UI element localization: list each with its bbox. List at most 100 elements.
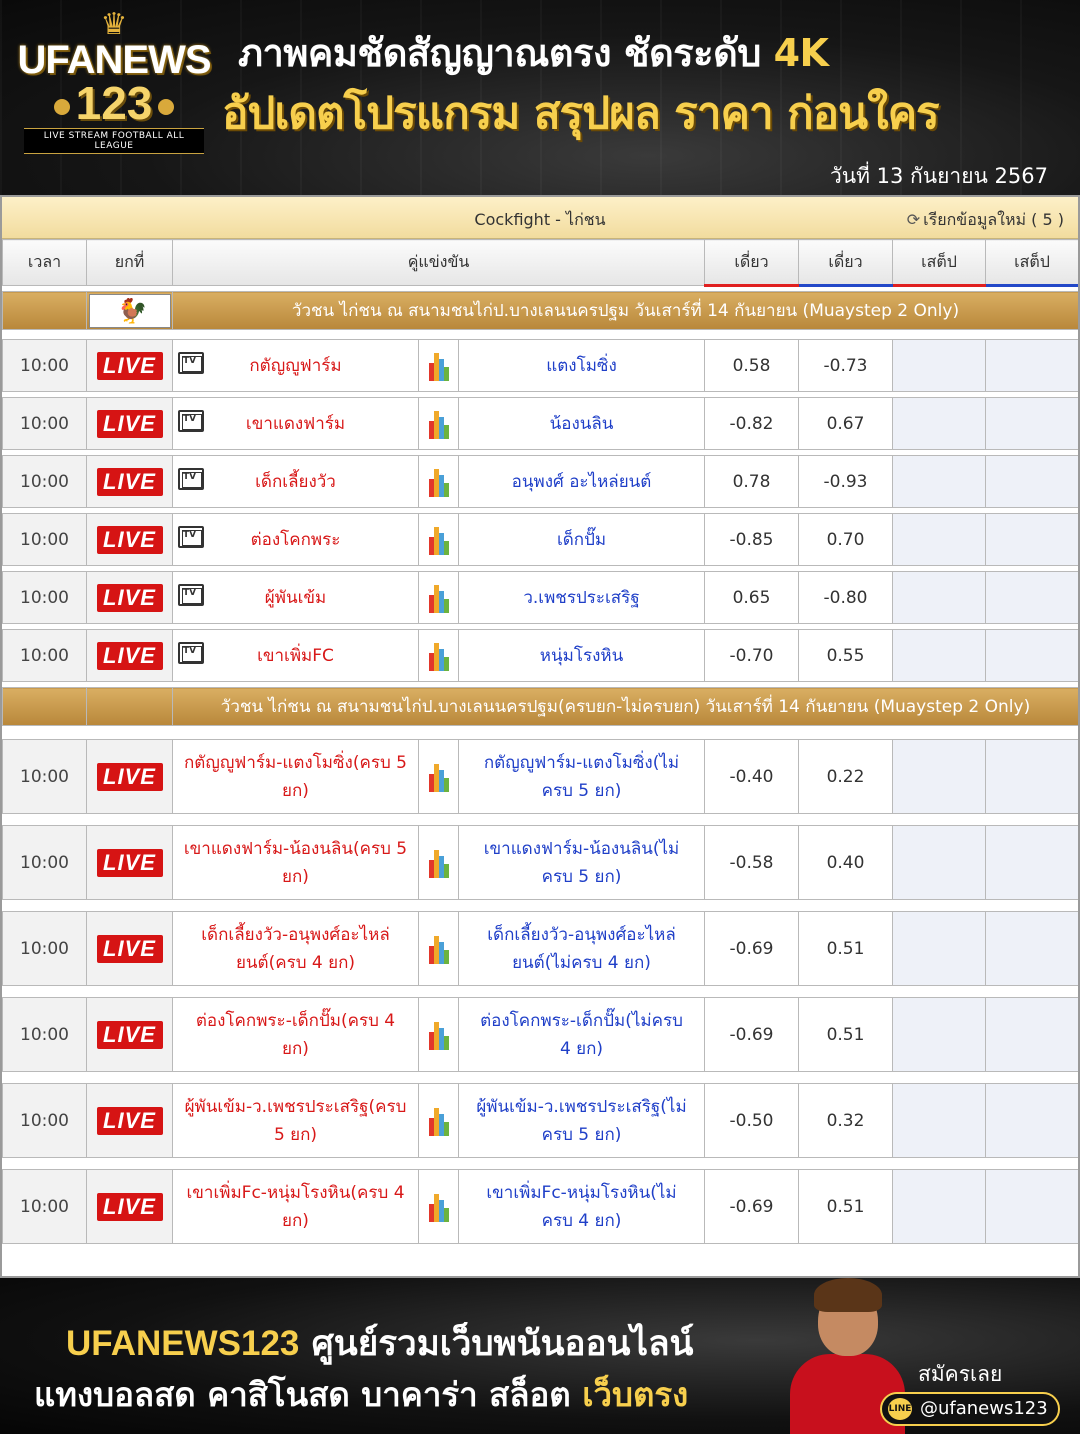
col-header-step-1[interactable]: เสต็ป [892, 239, 987, 287]
odds-step-1[interactable] [892, 513, 987, 566]
odds-single-1[interactable]: -0.82 [704, 397, 800, 450]
odds-single-1[interactable]: 0.65 [704, 571, 800, 624]
live-cell[interactable]: LIVE [86, 513, 173, 566]
stats-cell[interactable] [418, 629, 459, 682]
stats-cell[interactable] [418, 997, 459, 1072]
tv-icon[interactable] [178, 526, 204, 548]
stats-chart-icon[interactable] [428, 1192, 449, 1222]
refresh-button[interactable]: ⟳ เรียกข้อมูลใหม่ ( 5 ) [907, 208, 1064, 233]
odds-step-1[interactable] [892, 825, 987, 900]
home-team[interactable]: ผู้พันเข้ม [209, 584, 418, 611]
home-team[interactable]: เขาเพิ่มFc-หนุ่มโรงหิน(ครบ 4 ยก) [183, 1179, 418, 1235]
odds-single-1[interactable]: -0.69 [704, 1169, 800, 1244]
odds-single-1[interactable]: -0.85 [704, 513, 800, 566]
live-badge[interactable]: LIVE [96, 1020, 163, 1049]
match-row[interactable]: 10:00 LIVE เขาเพิ่มFC หนุ่มโรงหิน-0.700.55 [2, 629, 1078, 682]
away-team[interactable]: ต่องโคกพระ-เด็กปั๊ม(ไม่ครบ 4 ยก) [457, 997, 706, 1072]
live-badge[interactable]: LIVE [96, 934, 163, 963]
live-badge[interactable]: LIVE [96, 1192, 163, 1221]
odds-step-2[interactable] [985, 629, 1078, 682]
match-row[interactable]: 10:00 LIVE ต่องโคกพระ-เด็กปั๊ม(ครบ 4 ยก) ต่… [2, 997, 1078, 1072]
odds-step-2[interactable] [985, 997, 1078, 1072]
home-team-cell[interactable]: เขาแดงฟาร์ม-น้องนลิน(ครบ 5 ยก) [172, 825, 419, 900]
home-team[interactable]: เขาเพิ่มFC [209, 642, 418, 669]
home-team-cell[interactable]: กตัญญูฟาร์ม [172, 339, 419, 392]
home-team[interactable]: ต่องโคกพระ [209, 526, 418, 553]
odds-step-2[interactable] [985, 339, 1078, 392]
stats-chart-icon[interactable] [428, 1020, 449, 1050]
odds-single-1[interactable]: -0.69 [704, 911, 800, 986]
home-team[interactable]: เขาแดงฟาร์ม-น้องนลิน(ครบ 5 ยก) [183, 835, 418, 891]
stats-cell[interactable] [418, 739, 459, 814]
stats-cell[interactable] [418, 339, 459, 392]
home-team-cell[interactable]: ผู้พันเข้ม [172, 571, 419, 624]
live-cell[interactable]: LIVE [86, 455, 173, 508]
odds-step-1[interactable] [892, 1169, 987, 1244]
col-header-single-2[interactable]: เดี่ยว [798, 239, 894, 287]
away-team[interactable]: กตัญญูฟาร์ม-แตงโมซิ่ง(ไม่ครบ 5 ยก) [457, 739, 706, 814]
line-handle-button[interactable]: LINE @ufanews123 [880, 1392, 1060, 1426]
home-team-cell[interactable]: ผู้พันเข้ม-ว.เพชรประเสริฐ(ครบ 5 ยก) [172, 1083, 419, 1158]
away-team[interactable]: เด็กปั๊ม [457, 513, 706, 566]
stats-chart-icon[interactable] [428, 351, 449, 381]
odds-single-2[interactable]: 0.55 [798, 629, 894, 682]
signup-label[interactable]: สมัครเลย [918, 1358, 1002, 1391]
away-team[interactable]: หนุ่มโรงหิน [457, 629, 706, 682]
odds-single-2[interactable]: 0.22 [798, 739, 894, 814]
odds-single-2[interactable]: 0.32 [798, 1083, 894, 1158]
odds-single-2[interactable]: -0.73 [798, 339, 894, 392]
stats-chart-icon[interactable] [428, 1106, 449, 1136]
stats-cell[interactable] [418, 397, 459, 450]
odds-single-2[interactable]: -0.80 [798, 571, 894, 624]
home-team[interactable]: ผู้พันเข้ม-ว.เพชรประเสริฐ(ครบ 5 ยก) [183, 1093, 418, 1149]
tv-icon[interactable] [178, 468, 204, 490]
home-team[interactable]: เด็กเลี้ยงวัว [209, 468, 418, 495]
odds-single-1[interactable]: -0.70 [704, 629, 800, 682]
odds-step-1[interactable] [892, 911, 987, 986]
stats-chart-icon[interactable] [428, 409, 449, 439]
odds-step-2[interactable] [985, 739, 1078, 814]
odds-single-1[interactable]: 0.78 [704, 455, 800, 508]
match-row[interactable]: 10:00 LIVE เขาแดงฟาร์ม น้องนลิน-0.820.67 [2, 397, 1078, 450]
odds-step-1[interactable] [892, 455, 987, 508]
home-team-cell[interactable]: เด็กเลี้ยงวัว-อนุพงศ์อะไหล่ยนต์(ครบ 4 ยก… [172, 911, 419, 986]
stats-cell[interactable] [418, 571, 459, 624]
stats-chart-icon[interactable] [428, 467, 449, 497]
away-team[interactable]: อนุพงศ์ อะไหล่ยนต์ [457, 455, 706, 508]
home-team-cell[interactable]: ต่องโคกพระ-เด็กปั๊ม(ครบ 4 ยก) [172, 997, 419, 1072]
odds-step-2[interactable] [985, 571, 1078, 624]
live-badge[interactable]: LIVE [96, 467, 163, 496]
odds-single-1[interactable]: -0.40 [704, 739, 800, 814]
col-header-single-1[interactable]: เดี่ยว [704, 239, 800, 287]
tv-icon[interactable] [178, 410, 204, 432]
odds-step-1[interactable] [892, 739, 987, 814]
tv-icon[interactable] [178, 352, 204, 374]
odds-step-1[interactable] [892, 397, 987, 450]
col-header-step-2[interactable]: เสต็ป [985, 239, 1078, 287]
match-row[interactable]: 10:00 LIVE เด็กเลี้ยงวัว-อนุพงศ์อะไหล่ยนต์… [2, 911, 1078, 986]
odds-step-1[interactable] [892, 339, 987, 392]
live-cell[interactable]: LIVE [86, 629, 173, 682]
odds-single-2[interactable]: 0.51 [798, 1169, 894, 1244]
stats-cell[interactable] [418, 1169, 459, 1244]
away-team[interactable]: เขาแดงฟาร์ม-น้องนลิน(ไม่ครบ 5 ยก) [457, 825, 706, 900]
live-cell[interactable]: LIVE [86, 997, 173, 1072]
odds-single-2[interactable]: 0.51 [798, 911, 894, 986]
stats-chart-icon[interactable] [428, 583, 449, 613]
live-cell[interactable]: LIVE [86, 571, 173, 624]
stats-chart-icon[interactable] [428, 934, 449, 964]
odds-step-1[interactable] [892, 997, 987, 1072]
match-row[interactable]: 10:00 LIVE กตัญญูฟาร์ม แตงโมซิ่ง0.58-0.73 [2, 339, 1078, 392]
odds-single-2[interactable]: 0.40 [798, 825, 894, 900]
home-team-cell[interactable]: ต่องโคกพระ [172, 513, 419, 566]
match-row[interactable]: 10:00 LIVE ผู้พันเข้ม ว.เพชรประเสริฐ0.65-0.… [2, 571, 1078, 624]
live-cell[interactable]: LIVE [86, 1083, 173, 1158]
home-team-cell[interactable]: เด็กเลี้ยงวัว [172, 455, 419, 508]
live-cell[interactable]: LIVE [86, 739, 173, 814]
stats-chart-icon[interactable] [428, 525, 449, 555]
live-badge[interactable]: LIVE [96, 1106, 163, 1135]
odds-step-1[interactable] [892, 571, 987, 624]
odds-single-1[interactable]: -0.69 [704, 997, 800, 1072]
live-cell[interactable]: LIVE [86, 911, 173, 986]
home-team-cell[interactable]: กตัญญูฟาร์ม-แตงโมซิ่ง(ครบ 5 ยก) [172, 739, 419, 814]
